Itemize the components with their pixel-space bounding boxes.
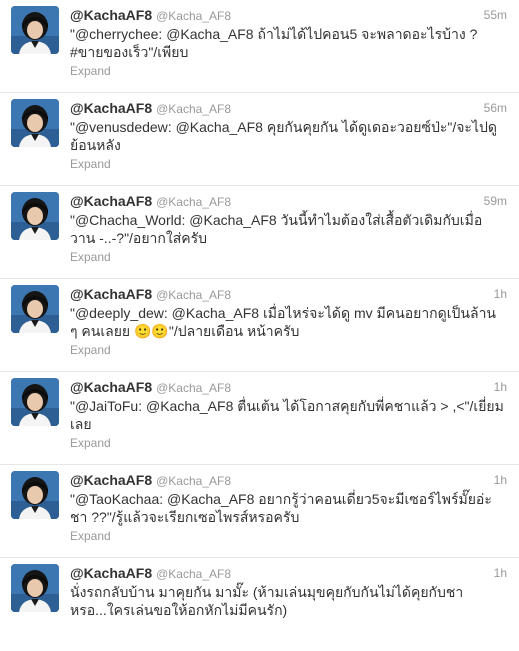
avatar[interactable] bbox=[11, 471, 59, 519]
username[interactable]: @Kacha_AF8 bbox=[156, 288, 231, 302]
timestamp[interactable]: 59m bbox=[484, 192, 507, 210]
tweet-header: @KachaAF8 @Kacha_AF8 bbox=[70, 378, 509, 396]
tweet-item[interactable]: @KachaAF8 @Kacha_AF8 1h "@JaiToFu: @Kacha… bbox=[0, 372, 519, 465]
tweet-text: "@Chacha_World: @Kacha_AF8 วันนี้ทำไมต้อ… bbox=[70, 212, 483, 246]
avatar[interactable] bbox=[11, 378, 59, 426]
tweet-item[interactable]: @KachaAF8 @Kacha_AF8 1h "@TaoKachaa: @Kac… bbox=[0, 465, 519, 558]
display-name[interactable]: @KachaAF8 bbox=[70, 565, 152, 581]
display-name[interactable]: @KachaAF8 bbox=[70, 472, 152, 488]
avatar[interactable] bbox=[11, 99, 59, 147]
username[interactable]: @Kacha_AF8 bbox=[156, 474, 231, 488]
tweet-text: นั่งรถกลับบ้าน มาคุยกัน มามั๊ะ (ห้ามเล่น… bbox=[70, 584, 464, 618]
tweet-item[interactable]: @KachaAF8 @Kacha_AF8 55m "@cherrychee: @K… bbox=[0, 0, 519, 93]
timestamp[interactable]: 1h bbox=[494, 378, 507, 396]
avatar[interactable] bbox=[11, 6, 59, 54]
tweet-header: @KachaAF8 @Kacha_AF8 bbox=[70, 99, 509, 117]
username[interactable]: @Kacha_AF8 bbox=[156, 102, 231, 116]
tweet-item[interactable]: @KachaAF8 @Kacha_AF8 1h นั่งรถกลับบ้าน มา… bbox=[0, 558, 519, 651]
tweet-text: "@venusdedew: @Kacha_AF8 คุยกันคุยกัน ได… bbox=[70, 119, 497, 153]
tweet-header: @KachaAF8 @Kacha_AF8 bbox=[70, 6, 509, 24]
tweet-timeline: @KachaAF8 @Kacha_AF8 55m "@cherrychee: @K… bbox=[0, 0, 519, 651]
display-name[interactable]: @KachaAF8 bbox=[70, 286, 152, 302]
tweet-header: @KachaAF8 @Kacha_AF8 bbox=[70, 192, 509, 210]
tweet-item[interactable]: @KachaAF8 @Kacha_AF8 56m "@venusdedew: @K… bbox=[0, 93, 519, 186]
username[interactable]: @Kacha_AF8 bbox=[156, 567, 231, 581]
tweet-text: "@deeply_dew: @Kacha_AF8 เมื่อไหร่จะได้ด… bbox=[70, 305, 497, 339]
username[interactable]: @Kacha_AF8 bbox=[156, 381, 231, 395]
avatar[interactable] bbox=[11, 192, 59, 240]
tweet-item[interactable]: @KachaAF8 @Kacha_AF8 1h "@deeply_dew: @Ka… bbox=[0, 279, 519, 372]
username[interactable]: @Kacha_AF8 bbox=[156, 195, 231, 209]
display-name[interactable]: @KachaAF8 bbox=[70, 379, 152, 395]
timestamp[interactable]: 1h bbox=[494, 285, 507, 303]
tweet-item[interactable]: @KachaAF8 @Kacha_AF8 59m "@Chacha_World: … bbox=[0, 186, 519, 279]
expand-link[interactable]: Expand bbox=[70, 435, 509, 451]
tweet-text: "@JaiToFu: @Kacha_AF8 ตื่นเต้น ได้โอกาสค… bbox=[70, 398, 504, 432]
timestamp[interactable]: 1h bbox=[494, 471, 507, 489]
display-name[interactable]: @KachaAF8 bbox=[70, 100, 152, 116]
tweet-text: "@cherrychee: @Kacha_AF8 ถ้าไม่ได้ไปคอน5… bbox=[70, 26, 478, 60]
timestamp[interactable]: 55m bbox=[484, 6, 507, 24]
display-name[interactable]: @KachaAF8 bbox=[70, 193, 152, 209]
username[interactable]: @Kacha_AF8 bbox=[156, 9, 231, 23]
timestamp[interactable]: 1h bbox=[494, 564, 507, 582]
expand-link[interactable]: Expand bbox=[70, 63, 509, 79]
tweet-text: "@TaoKachaa: @Kacha_AF8 อยากรู้ว่าคอนเดี… bbox=[70, 491, 492, 525]
avatar[interactable] bbox=[11, 564, 59, 612]
tweet-header: @KachaAF8 @Kacha_AF8 bbox=[70, 285, 509, 303]
expand-link[interactable]: Expand bbox=[70, 249, 509, 265]
display-name[interactable]: @KachaAF8 bbox=[70, 7, 152, 23]
avatar[interactable] bbox=[11, 285, 59, 333]
timestamp[interactable]: 56m bbox=[484, 99, 507, 117]
tweet-header: @KachaAF8 @Kacha_AF8 bbox=[70, 471, 509, 489]
expand-link[interactable]: Expand bbox=[70, 156, 509, 172]
expand-link[interactable]: Expand bbox=[70, 342, 509, 358]
expand-link[interactable]: Expand bbox=[70, 528, 509, 544]
tweet-header: @KachaAF8 @Kacha_AF8 bbox=[70, 564, 509, 582]
